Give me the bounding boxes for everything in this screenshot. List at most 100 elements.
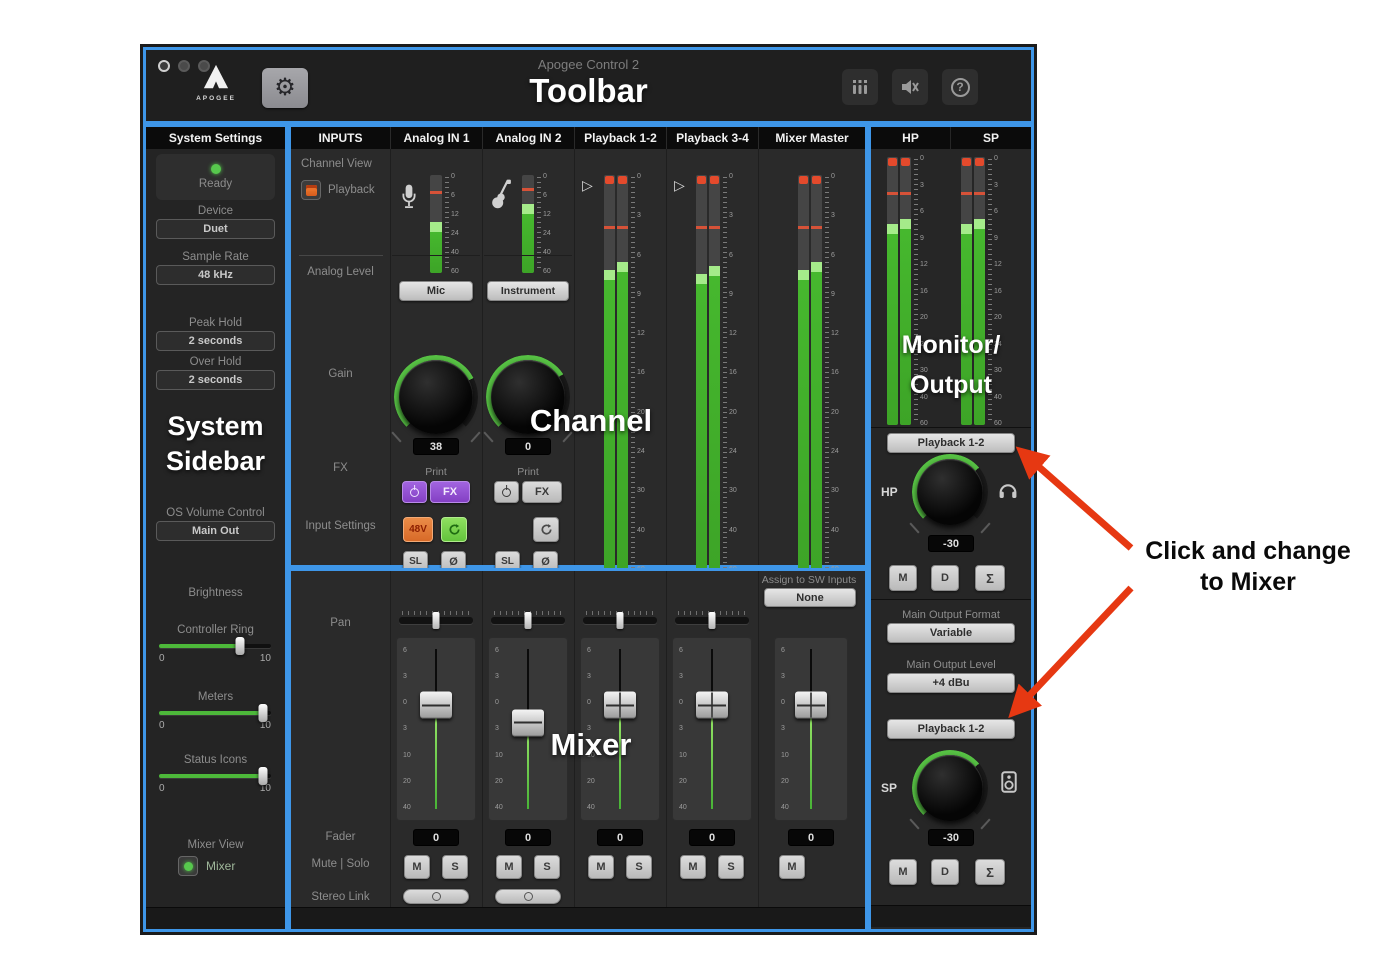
pan-thumb[interactable]	[525, 612, 532, 629]
pan-slider-in-1[interactable]	[399, 611, 473, 624]
hp-header: HP	[871, 127, 950, 149]
status-icons-thumb[interactable]	[259, 767, 268, 785]
sp-dim-button[interactable]: D	[931, 859, 959, 885]
os-volume-select[interactable]: Main Out	[156, 521, 275, 541]
stereo-link-toggle-in-2[interactable]	[495, 889, 561, 904]
fx-power-button-in-2[interactable]	[494, 481, 519, 503]
help-button[interactable]: ?	[942, 69, 978, 105]
sp-sum-mono-button[interactable]: Σ	[975, 859, 1005, 885]
hp-sum-mono-button[interactable]: Σ	[975, 565, 1005, 591]
fader-value-in-1[interactable]: 0	[413, 829, 459, 846]
analog-level-instrument-button[interactable]: Instrument	[487, 281, 569, 301]
controller-ring-track[interactable]	[159, 644, 271, 648]
meter-scale-label: 20	[920, 314, 928, 321]
pan-slider-in-2[interactable]	[491, 611, 565, 624]
fader-scale-label: 6	[679, 647, 687, 654]
mute-button[interactable]	[892, 69, 928, 105]
mute-button-in-1[interactable]: M	[404, 855, 430, 879]
hp-level-value[interactable]: -30	[928, 535, 974, 552]
fader-scale-label: 6	[587, 647, 595, 654]
fader-value-master[interactable]: 0	[788, 829, 834, 846]
mute-button-master[interactable]: M	[779, 855, 805, 879]
main-output-format-button[interactable]: Variable	[887, 623, 1015, 643]
channel-view-playback-button[interactable]: Playback	[301, 180, 375, 200]
analog-level-mic-button[interactable]: Mic	[399, 281, 473, 301]
phantom-48v-button[interactable]: 48V	[403, 517, 433, 542]
sp-level-value[interactable]: -30	[928, 829, 974, 846]
pan-slider-pb-1-2[interactable]	[583, 611, 657, 624]
fader-cap[interactable]	[795, 692, 827, 719]
meters-slider[interactable]: 010	[159, 704, 271, 731]
solo-button-in-2[interactable]: S	[534, 855, 560, 879]
fader-label: Fader	[291, 831, 390, 843]
polarity-invert-button-in-2[interactable]	[533, 517, 559, 542]
playback-view-button-frame[interactable]	[301, 180, 321, 200]
fader-cap[interactable]	[604, 692, 636, 719]
meter-scale-label: 3	[831, 212, 839, 219]
pan-thumb[interactable]	[709, 612, 716, 629]
controller-ring-slider[interactable]: 010	[159, 637, 271, 664]
polarity-invert-button-in-1[interactable]	[441, 517, 467, 542]
over-hold-select[interactable]: 2 seconds	[156, 370, 275, 390]
fader-value-in-2[interactable]: 0	[505, 829, 551, 846]
mute-button-pb-1-2[interactable]: M	[588, 855, 614, 879]
hp-dim-button[interactable]: D	[931, 565, 959, 591]
fx-power-button-in-1[interactable]	[402, 481, 427, 503]
fader-in-1[interactable]: 6303102040	[396, 637, 476, 821]
meter-scale-label: 12	[637, 330, 645, 337]
fader-master[interactable]: 6303102040	[774, 637, 848, 821]
sample-rate-select[interactable]: 48 kHz	[156, 265, 275, 285]
monitor-annotation: Monitor/ Output	[871, 325, 1031, 405]
fx-button-in-2[interactable]: FX	[522, 481, 562, 503]
status-icons-track[interactable]	[159, 774, 271, 778]
solo-button-in-1[interactable]: S	[442, 855, 468, 879]
callout-annotation: Click and change to Mixer	[1120, 536, 1376, 598]
meter-scale-label: 12	[831, 330, 839, 337]
sp-mute-button[interactable]: M	[889, 859, 917, 885]
meters-thumb[interactable]	[259, 704, 268, 722]
mixer-view-toggle[interactable]: Mixer	[178, 856, 235, 876]
meter-scale-label: 6	[920, 208, 928, 215]
mixer-strip-master: 6303102040 0 M	[758, 571, 865, 911]
main-output-level-label: Main Output Level	[871, 659, 1031, 671]
channel-section: INPUTS Analog IN 1 Analog IN 2 Playback …	[288, 124, 868, 568]
stereo-link-toggle-in-1[interactable]	[403, 889, 469, 904]
fader-value-pb-3-4[interactable]: 0	[689, 829, 735, 846]
gain-value-in-1[interactable]: 38	[413, 438, 459, 455]
meter-scale-label: 0	[451, 173, 459, 180]
device-select[interactable]: Duet	[156, 219, 275, 239]
meter-scale-label: 3	[637, 212, 645, 219]
status-icons-slider[interactable]: 010	[159, 767, 271, 794]
fader-scale-label: 40	[587, 804, 595, 811]
channel-strip-analog-in-2: 0612244060 Instrument 0 Print FX SL Ø	[482, 149, 574, 565]
solo-button-pb-1-2[interactable]: S	[626, 855, 652, 879]
arrow-to-hp-source	[1022, 452, 1131, 548]
controller-ring-thumb[interactable]	[235, 637, 244, 655]
meter-scale-label: 12	[994, 261, 1002, 268]
sp-level-knob[interactable]	[917, 755, 983, 821]
hp-level-knob[interactable]	[917, 459, 983, 525]
mixer-view-button[interactable]	[178, 856, 198, 876]
main-output-level-button[interactable]: +4 dBu	[887, 673, 1015, 693]
fader-scale-label: 3	[403, 725, 411, 732]
fader-cap[interactable]	[696, 692, 728, 719]
meter-scale-label: 3	[729, 212, 737, 219]
meters-view-button[interactable]	[842, 69, 878, 105]
hp-mute-button[interactable]: M	[889, 565, 917, 591]
pan-slider-pb-3-4[interactable]	[675, 611, 749, 624]
meters-track[interactable]	[159, 711, 271, 715]
hp-source-button[interactable]: Playback 1-2	[887, 433, 1015, 453]
mute-button-in-2[interactable]: M	[496, 855, 522, 879]
pan-thumb[interactable]	[433, 612, 440, 629]
meter-scale-label: 9	[994, 235, 1002, 242]
gain-value-in-2[interactable]: 0	[505, 438, 551, 455]
fader-cap[interactable]	[420, 692, 452, 719]
fader-value-pb-1-2[interactable]: 0	[597, 829, 643, 846]
pan-thumb[interactable]	[617, 612, 624, 629]
fx-button-in-1[interactable]: FX	[430, 481, 470, 503]
peak-hold-select[interactable]: 2 seconds	[156, 331, 275, 351]
solo-button-pb-3-4[interactable]: S	[718, 855, 744, 879]
meter-scale-label: 6	[729, 252, 737, 259]
mute-button-pb-3-4[interactable]: M	[680, 855, 706, 879]
sp-source-button[interactable]: Playback 1-2	[887, 719, 1015, 739]
